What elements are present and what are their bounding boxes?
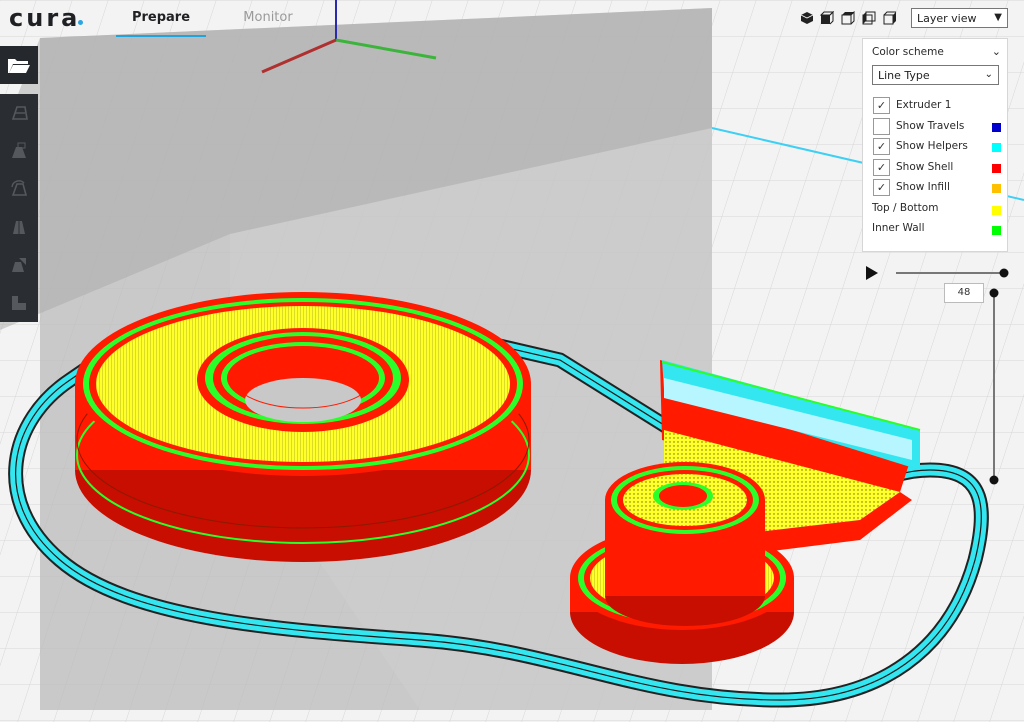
play-icon[interactable] (866, 266, 878, 280)
infill-color-swatch (992, 184, 1001, 193)
color-scheme-select[interactable]: Line Type ⌄ (872, 65, 999, 85)
travels-color-swatch (992, 123, 1001, 132)
checkbox-show-travels[interactable] (873, 118, 890, 135)
legend-inner-wall: Inner Wall (863, 221, 1009, 241)
support-blocker-icon (12, 296, 26, 310)
legend-label: Inner Wall (872, 222, 925, 234)
move-tool-button[interactable] (0, 94, 38, 132)
legend-label: Top / Bottom (872, 202, 939, 214)
support-blocker-button[interactable] (0, 284, 38, 322)
checkbox-show-infill[interactable]: ✓ (873, 179, 890, 196)
option-show-shell[interactable]: ✓ Show Shell (863, 159, 1009, 179)
right-view-icon[interactable] (883, 10, 897, 25)
inner-wall-color-swatch (992, 226, 1001, 235)
3d-view-icon[interactable] (800, 10, 814, 24)
layer-slider-area (860, 258, 1020, 488)
left-toolbar (0, 46, 38, 322)
rotate-tool-button[interactable] (0, 170, 38, 208)
checkbox-extruder-1[interactable]: ✓ (873, 97, 890, 114)
tab-monitor-label: Monitor (243, 10, 293, 25)
chevron-down-icon: ▼ (994, 12, 1002, 23)
layer-upper-handle[interactable] (989, 288, 999, 298)
option-extruder-1[interactable]: ✓ Extruder 1 (863, 97, 1009, 117)
ring-model[interactable] (75, 292, 531, 562)
left-view-icon[interactable] (862, 10, 876, 25)
view-mode-select[interactable]: Layer view ▼ (911, 8, 1008, 28)
open-file-button[interactable] (0, 46, 38, 84)
legend-top-bottom: Top / Bottom (863, 201, 1009, 221)
per-model-settings-button[interactable] (0, 246, 38, 284)
layer-lower-handle[interactable] (989, 475, 999, 485)
tab-prepare-label: Prepare (131, 10, 191, 25)
color-scheme-label: Color scheme (872, 46, 944, 58)
scale-tool-icon (12, 142, 26, 158)
cura-logo: cura (9, 4, 81, 32)
top-bar: cura Prepare Monitor Layer view ▼ (0, 0, 1024, 38)
color-scheme-value: Line Type (878, 69, 930, 82)
option-show-travels[interactable]: Show Travels (863, 118, 1009, 138)
view-mode-value: Layer view (917, 12, 977, 25)
option-label: Extruder 1 (896, 99, 952, 111)
logo-dot (78, 20, 83, 25)
option-show-helpers[interactable]: ✓ Show Helpers (863, 138, 1009, 158)
mirror-tool-button[interactable] (0, 208, 38, 246)
layer-progress-handle[interactable] (999, 268, 1009, 278)
layer-view-panel: Color scheme ⌄ Line Type ⌄ ✓ Extruder 1 … (862, 38, 1008, 252)
move-tool-icon (11, 106, 28, 120)
per-model-settings-icon (12, 258, 26, 272)
checkbox-show-helpers[interactable]: ✓ (873, 138, 890, 155)
color-scheme-header[interactable]: Color scheme ⌄ (863, 45, 1009, 65)
option-show-infill[interactable]: ✓ Show Infill (863, 179, 1009, 199)
option-label: Show Shell (896, 161, 954, 173)
open-file-icon (8, 59, 30, 73)
helpers-color-swatch (992, 143, 1001, 152)
rotate-tool-icon (11, 180, 28, 196)
chevron-down-icon: ⌄ (991, 45, 1001, 58)
front-view-icon[interactable] (819, 10, 835, 25)
top-bottom-color-swatch (992, 206, 1001, 215)
mirror-tool-icon (13, 218, 25, 236)
chevron-down-icon: ⌄ (984, 69, 993, 80)
current-layer-field[interactable]: 48 (944, 283, 984, 303)
shell-color-swatch (992, 164, 1001, 173)
scale-tool-button[interactable] (0, 132, 38, 170)
tab-monitor[interactable]: Monitor (228, 9, 308, 35)
option-label: Show Helpers (896, 140, 968, 152)
option-label: Show Travels (896, 120, 965, 132)
top-view-icon[interactable] (841, 10, 855, 25)
tab-prepare[interactable]: Prepare (116, 9, 206, 37)
checkbox-show-shell[interactable]: ✓ (873, 159, 890, 176)
option-label: Show Infill (896, 181, 950, 193)
